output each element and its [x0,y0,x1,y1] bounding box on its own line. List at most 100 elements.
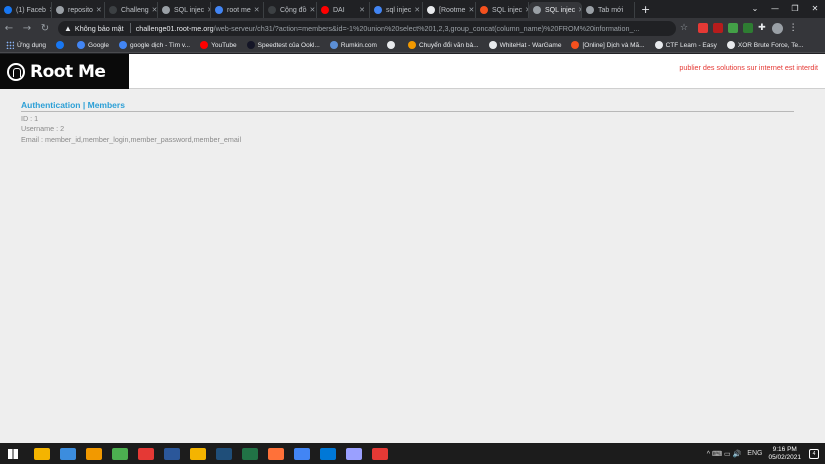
bookmark-label: XOR Brute Force, Te... [737,41,804,49]
taskbar-app-icon[interactable] [164,447,180,460]
tab-favicon-icon [109,6,117,14]
profile-avatar-icon[interactable] [771,22,783,34]
tab-close-icon[interactable]: ✕ [149,6,157,14]
taskbar-app-icon[interactable] [86,447,102,460]
browser-tab[interactable]: SQL injec✕ [476,2,529,18]
bookmarks-bar: Ứng dụng Google google dịch - Tìm v... YouT… [0,38,825,53]
taskbar-app-icon[interactable] [60,447,76,460]
bookmark-item[interactable] [386,41,398,49]
taskbar-app-icon[interactable] [242,447,258,460]
language-indicator[interactable]: ENG [747,450,762,457]
bookmark-item[interactable]: Google [77,41,109,49]
url-path: /web-serveur/ch31/?action=members&id=-1%… [213,23,640,33]
url-host: challenge01.root-me.org [135,23,214,33]
extensions-puzzle-icon[interactable]: ✚ [758,23,766,34]
taskbar-app-icon[interactable] [294,447,310,460]
clock-date: 05/02/2021 [768,453,801,461]
tab-strip: (1) Faceb✕reposito✕Challeng✕SQL injec✕ro… [0,0,825,18]
windows-start-icon[interactable] [8,448,18,459]
taskbar-app-icon[interactable] [138,447,154,460]
bookmark-item[interactable]: google dịch - Tìm v... [119,41,190,49]
bookmark-item[interactable]: Chuyển đổi văn bả... [407,41,479,49]
taskbar-app-icon[interactable] [268,447,284,460]
online-icon [571,41,580,49]
bookmark-item[interactable]: XOR Brute Force, Te... [726,41,804,49]
tab-favicon-icon [162,6,170,14]
site-header: Root Me publier des solutions sur intern… [0,54,825,89]
browser-tab[interactable]: SQL injec✕ [158,2,211,18]
extension-icon[interactable] [698,22,709,33]
forward-icon[interactable]: → [18,23,36,34]
bookmark-item[interactable]: Ứng dụng [6,41,46,49]
browser-tab[interactable]: (1) Faceb✕ [0,2,52,18]
bookmark-item[interactable]: YouTube [200,41,237,49]
taskbar-app-icon[interactable] [112,447,128,460]
browser-tab[interactable]: [Rootme ✕ [423,2,476,18]
taskbar-app-icon[interactable] [190,447,206,460]
tab-label: [Rootme [439,6,466,14]
extension-icon[interactable] [713,22,724,33]
bookmark-item[interactable]: WhiteHat - WarGame [488,41,561,49]
tab-favicon-icon [321,6,329,14]
taskbar-app-icon[interactable] [320,447,336,460]
bookmark-item[interactable]: [Online] Dịch và Mã... [571,41,645,49]
tab-close-icon[interactable]: ✕ [465,6,474,14]
browser-tab[interactable]: Challeng ✕ [105,2,158,18]
clock-time: 9:16 PM [772,445,797,453]
browser-tab[interactable]: root me ✕ [211,2,264,18]
bookmark-item[interactable]: Speedtest của Ookl... [246,41,320,49]
browser-tab[interactable]: SQL injec✕ [529,2,582,18]
bookmark-item[interactable] [56,41,67,49]
browser-menu-icon[interactable]: ⋮ [789,23,798,34]
security-status[interactable]: Không bảo mật [75,24,124,33]
bookmark-star-icon[interactable]: ☆ [680,23,688,33]
tab-close-icon[interactable]: ✕ [251,6,260,14]
reload-icon[interactable]: ↻ [36,23,54,34]
taskbar-app-icon[interactable] [216,447,232,460]
minimize-icon[interactable]: — [765,0,785,18]
bookmark-label: Ứng dụng [17,41,47,49]
taskbar-app-icon[interactable] [346,447,362,460]
address-divider [129,23,131,33]
new-tab-button[interactable]: + [635,2,656,18]
tab-label: reposito [68,6,93,14]
root-me-logo[interactable]: Root Me [0,54,129,89]
tab-favicon-icon [533,6,541,14]
tab-close-icon[interactable]: ✕ [575,6,581,14]
taskbar-app-icon[interactable] [372,447,388,460]
browser-tab[interactable]: sql injec ✕ [370,2,423,18]
tab-search-icon[interactable]: ⌄ [745,0,765,18]
tab-close-icon[interactable]: ✕ [306,6,315,14]
browser-tab[interactable]: DAI ✕ [317,2,370,18]
web-page: Root Me publier des solutions sur intern… [0,54,825,443]
clock[interactable]: 9:16 PM 05/02/2021 [768,446,801,462]
tab-close-icon[interactable]: ✕ [411,6,420,14]
page-title: Authentication | Members [21,100,794,112]
browser-tab[interactable]: Tab mới✕ [582,2,635,18]
tray-icons[interactable]: ^ ⌨ ▭ 🔊 [707,450,742,458]
close-window-icon[interactable]: ✕ [805,0,825,18]
bookmark-label: Speedtest của Ookl... [257,41,320,49]
tab-close-icon[interactable]: ✕ [204,6,210,14]
back-icon[interactable]: ← [0,23,18,34]
member-id-line: ID : 1 [21,113,39,123]
extension-icon[interactable] [728,22,739,33]
tab-close-icon[interactable]: ✕ [356,6,365,14]
bookmark-item[interactable]: Rumkin.com [329,41,377,49]
root-me-emblem-icon [7,62,25,81]
bookmark-item[interactable]: CTF Learn - Easy [654,41,717,49]
rumkin-icon [329,41,338,49]
browser-tab[interactable]: reposito ✕ [52,2,105,18]
notification-icon[interactable]: 4 [809,448,819,459]
restore-icon[interactable]: ❐ [785,0,805,18]
warning-icon[interactable]: ▲ [64,24,72,33]
extension-icon[interactable] [743,22,754,33]
taskbar-app-icon[interactable] [34,447,50,460]
tab-close-icon[interactable]: ✕ [93,6,102,14]
address-bar[interactable]: ▲ Không bảo mật challenge01.root-me.org … [58,20,676,36]
tab-close-icon[interactable]: ✕ [522,6,528,14]
tab-label: sql injec [386,6,412,14]
youtube-icon [200,41,209,49]
windows-taskbar: ^ ⌨ ▭ 🔊 ENG 9:16 PM 05/02/2021 4 [0,443,825,464]
browser-tab[interactable]: Cộng đồ ✕ [264,2,317,18]
